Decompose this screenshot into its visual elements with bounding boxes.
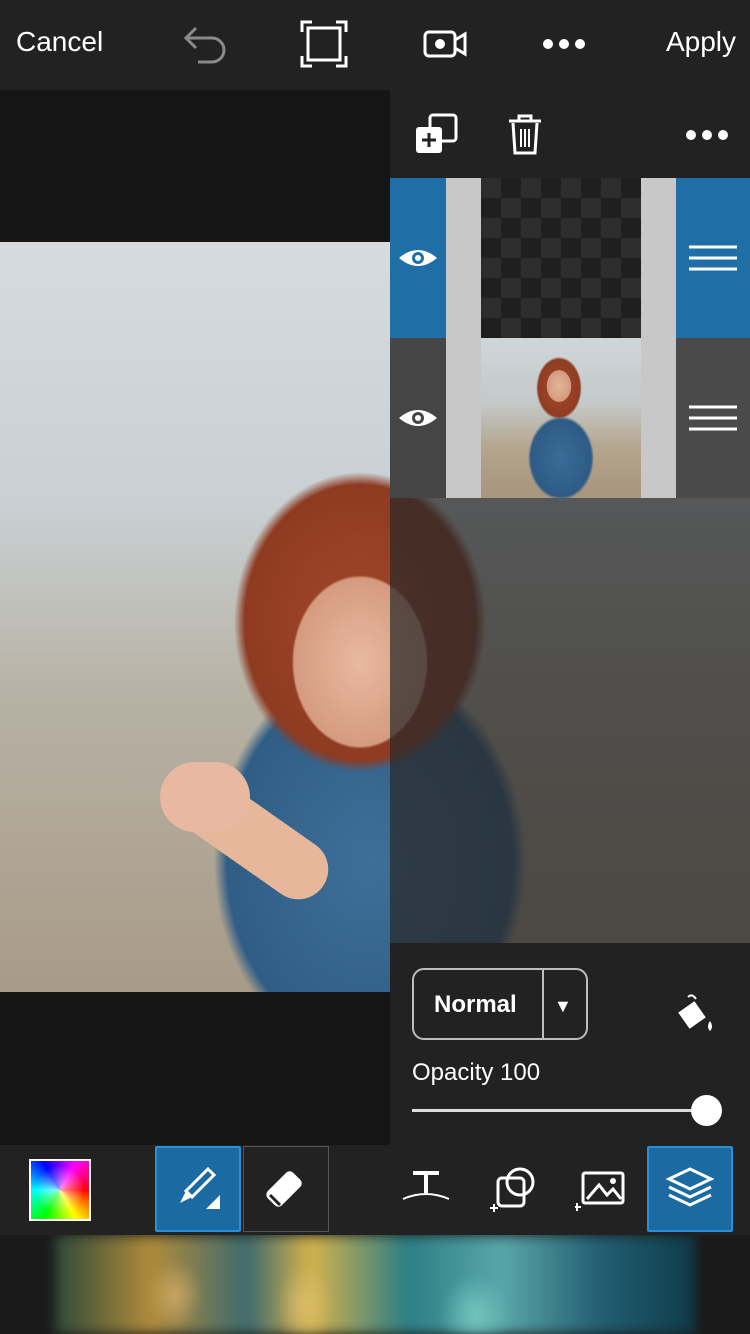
top-bar: Cancel Apply [0,0,750,90]
opacity-label: Opacity 100 [412,1059,541,1086]
eraser-tool[interactable] [243,1146,329,1232]
visibility-toggle[interactable] [390,338,446,498]
photo-hand [160,762,250,832]
eye-icon [399,250,437,266]
undo-icon[interactable] [176,18,232,70]
layers-panel-header [390,90,750,178]
video-icon[interactable] [417,18,473,70]
chevron-down-icon: ▼ [554,996,572,1016]
layer-row-1[interactable] [390,178,750,338]
layer-row-2[interactable] [390,338,750,498]
image-icon [575,1171,625,1211]
add-photo-tool[interactable] [558,1146,644,1232]
eye-icon [399,410,437,426]
visibility-toggle[interactable] [390,178,446,338]
blurred-image-highlights [55,1235,695,1334]
bottom-toolbar [0,1145,750,1235]
trash-icon[interactable] [500,110,550,160]
layer-thumbnail-frame [446,338,676,498]
crop-icon[interactable] [296,18,352,70]
layer-thumbnail-frame [446,178,676,338]
color-picker[interactable] [29,1159,91,1221]
paint-bucket-icon[interactable] [668,991,718,1041]
shape-icon [490,1167,535,1212]
blend-mode-select[interactable]: Normal ▼ [412,968,588,1040]
layers-icon [665,1167,715,1207]
drag-handle[interactable] [676,178,750,338]
layer-properties: Normal ▼ Opacity 100 [390,943,750,1145]
blend-mode-value: Normal [434,991,517,1018]
text-tool[interactable] [383,1146,469,1232]
layers-tool[interactable] [647,1146,733,1232]
drag-handle-icon [689,405,737,431]
text-icon [402,1171,450,1200]
drag-handle-icon [689,245,737,271]
opacity-slider-handle[interactable] [691,1095,722,1126]
more-icon[interactable] [536,18,592,70]
layers-more-icon[interactable] [682,110,732,160]
apply-button[interactable]: Apply [666,26,736,58]
blend-mode-divider [542,970,544,1038]
shape-tool[interactable] [472,1146,558,1232]
eraser-icon [266,1171,302,1207]
layer-thumbnail-transparent [481,178,641,338]
layer-thumbnail-photo [481,338,641,498]
brush-icon [180,1166,220,1209]
opacity-slider-track[interactable] [412,1109,707,1112]
brush-tool[interactable] [155,1146,241,1232]
drag-handle[interactable] [676,338,750,498]
background-image-strip [0,1235,750,1334]
add-layer-icon[interactable] [412,110,462,160]
cancel-button[interactable]: Cancel [16,26,103,58]
